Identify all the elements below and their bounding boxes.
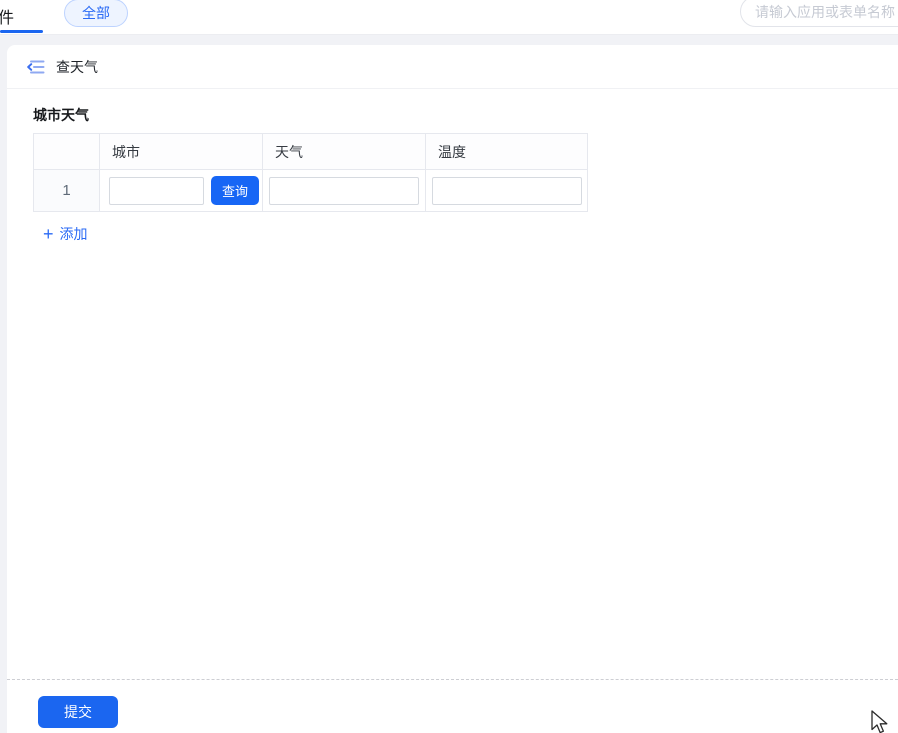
- filter-all-pill[interactable]: 全部: [64, 0, 128, 27]
- plus-icon: +: [43, 227, 54, 241]
- arrow-cursor: [870, 710, 892, 733]
- add-row-button[interactable]: + 添加: [43, 224, 88, 244]
- row-index: 1: [34, 170, 100, 212]
- back-list-icon[interactable]: [27, 58, 45, 76]
- col-header-temperature: 温度: [426, 134, 588, 170]
- table-row: 1 查询: [34, 170, 588, 212]
- footer-divider: [7, 679, 898, 680]
- add-row-label: 添加: [60, 224, 88, 244]
- panel-header: 查天气: [7, 45, 898, 89]
- active-tab-label[interactable]: 件: [0, 4, 14, 28]
- col-header-index: [34, 134, 100, 170]
- form-panel: 查天气 城市天气 城市 天气 温度 1: [7, 45, 898, 733]
- active-tab-underline: [0, 30, 43, 33]
- query-button[interactable]: 查询: [211, 176, 259, 205]
- col-header-city: 城市: [100, 134, 263, 170]
- screen: 件 全部 查天气 城市天气: [0, 0, 898, 733]
- city-input[interactable]: [109, 177, 204, 205]
- temperature-input[interactable]: [432, 177, 582, 205]
- search-input[interactable]: [740, 0, 898, 27]
- city-weather-table: 城市 天气 温度 1 查询: [33, 133, 588, 212]
- form-section-title: 城市天气: [33, 105, 89, 125]
- col-header-weather: 天气: [263, 134, 426, 170]
- weather-input[interactable]: [269, 177, 419, 205]
- table-header-row: 城市 天气 温度: [34, 134, 588, 170]
- top-tab-bar: 件 全部: [0, 0, 898, 35]
- panel-title: 查天气: [56, 57, 98, 77]
- submit-button[interactable]: 提交: [38, 696, 118, 728]
